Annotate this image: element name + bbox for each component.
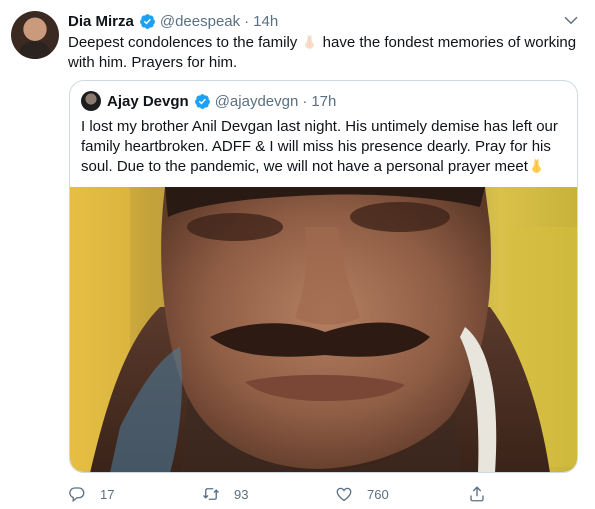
- quoted-author-avatar: [81, 91, 101, 111]
- reply-button[interactable]: 17: [68, 484, 114, 504]
- folded-hands-emoji-icon: [531, 159, 541, 173]
- tweet-text: Deepest condolences to the family have t…: [68, 33, 578, 73]
- share-icon: [470, 486, 484, 502]
- tweet[interactable]: Dia Mirza @deespeak · 14h Deepest condol…: [0, 0, 595, 509]
- reply-count: 17: [100, 486, 115, 502]
- tweet-actions: 17 93 760: [68, 484, 498, 504]
- author-handle[interactable]: @deespeak: [160, 13, 240, 30]
- quoted-author-name: Ajay Devgn: [107, 92, 189, 110]
- tweet-timestamp[interactable]: 14h: [253, 13, 278, 30]
- share-button[interactable]: [468, 484, 500, 504]
- verified-badge-icon: [139, 13, 155, 29]
- quoted-author-handle: @ajaydevgn: [214, 92, 299, 110]
- author-name[interactable]: Dia Mirza: [68, 13, 134, 30]
- folded-hands-emoji-icon: [305, 35, 315, 49]
- verified-badge-icon: [194, 93, 210, 109]
- portrait-image: [70, 187, 577, 472]
- quoted-tweet-header: Ajay Devgn @ajaydevgn · 17h: [81, 91, 336, 111]
- quoted-tweet-timestamp: 17h: [311, 92, 337, 110]
- author-avatar[interactable]: [11, 11, 59, 59]
- retweet-count: 93: [234, 486, 249, 502]
- tweet-text-part-1: Deepest condolences to the family: [68, 34, 302, 51]
- quoted-tweet[interactable]: Ajay Devgn @ajaydevgn · 17h I lost my br…: [69, 80, 578, 473]
- like-count: 760: [367, 486, 389, 502]
- quoted-tweet-text: I lost my brother Anil Devgan last night…: [81, 117, 569, 177]
- like-icon: [336, 487, 352, 502]
- quoted-tweet-photo[interactable]: [70, 187, 577, 472]
- retweet-button[interactable]: 93: [202, 484, 248, 504]
- caret-down-icon[interactable]: [562, 12, 580, 30]
- quoted-tweet-text-body: I lost my brother Anil Devgan last night…: [81, 118, 558, 175]
- like-button[interactable]: 760: [335, 484, 389, 504]
- separator-dot: ·: [244, 12, 250, 30]
- reply-icon: [69, 487, 85, 503]
- separator-dot: ·: [302, 92, 308, 110]
- retweet-icon: [203, 488, 219, 500]
- tweet-header: Dia Mirza @deespeak · 14h: [68, 11, 278, 31]
